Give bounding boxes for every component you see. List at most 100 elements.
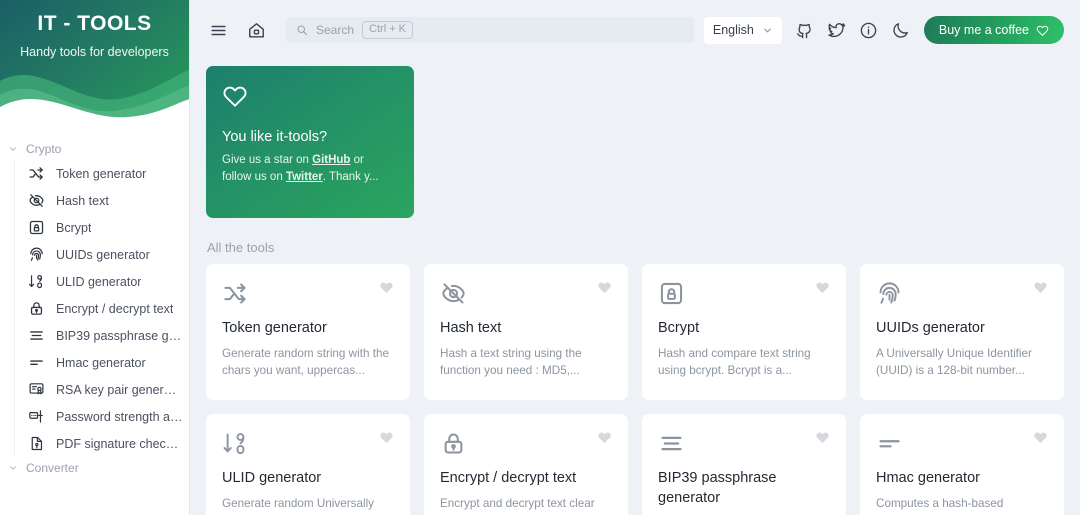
- tool-card-uuids-generator[interactable]: UUIDs generator A Universally Unique Ide…: [860, 264, 1064, 400]
- tool-card-bip39-passphrase-generator[interactable]: BIP39 passphrase generator: [642, 414, 846, 515]
- tools-grid: Token generator Generate random string w…: [206, 264, 1064, 515]
- tool-card-bcrypt[interactable]: Bcrypt Hash and compare text string usin…: [642, 264, 846, 400]
- language-value: English: [712, 23, 754, 37]
- promo-line2-after: . Thank y...: [322, 171, 379, 184]
- password-icon: [29, 410, 43, 423]
- tool-card-encrypt-decrypt-text[interactable]: Encrypt / decrypt text Encrypt and decry…: [424, 414, 628, 515]
- section-label-all-tools: All the tools: [207, 240, 275, 255]
- favorite-heart-icon[interactable]: [379, 280, 394, 295]
- sidebar-item-pdf-signature-checker[interactable]: PDF signature checker: [15, 430, 189, 457]
- card-description: Generate random Universally Unique Lexic…: [222, 496, 375, 515]
- github-link[interactable]: GitHub: [312, 154, 350, 166]
- lock-icon: [30, 302, 43, 315]
- tool-card-hmac-generator[interactable]: Hmac generator Computes a hash-based mes…: [860, 414, 1064, 515]
- card-title: Encrypt / decrypt text: [440, 470, 577, 486]
- sidebar-group-crypto[interactable]: Crypto: [0, 138, 189, 160]
- favorite-heart-icon[interactable]: [815, 430, 830, 445]
- lines-icon: [30, 331, 43, 340]
- promo-line1-before: Give us a star on: [222, 154, 313, 166]
- sidebar-item-bip39-passphrase-generator[interactable]: BIP39 passphrase gen...: [15, 322, 189, 349]
- card-top: [876, 280, 1048, 307]
- sidebar-item-hmac-generator[interactable]: Hmac generator: [15, 349, 189, 376]
- promo-card[interactable]: You like it-tools? Give us a star on Git…: [206, 66, 414, 218]
- sidebar-item-uuids-generator[interactable]: UUIDs generator: [15, 241, 189, 268]
- short-lines-icon: [30, 360, 43, 365]
- card-description: Computes a hash-based message authentica…: [876, 496, 1038, 515]
- card-description: A Universally Unique Identifier (UUID) i…: [876, 346, 1032, 378]
- home-button[interactable]: [242, 16, 270, 44]
- search-icon: [297, 25, 308, 36]
- twitter-button[interactable]: [823, 16, 851, 44]
- favorite-heart-icon[interactable]: [597, 430, 612, 445]
- chevron-down-icon: [764, 28, 771, 32]
- sidebar-item-label: Encrypt / decrypt text: [56, 301, 174, 316]
- card-title: ULID generator: [222, 470, 322, 486]
- favorite-heart-icon[interactable]: [1033, 430, 1048, 445]
- shuffle-icon: [224, 283, 246, 304]
- language-selector[interactable]: English: [703, 16, 782, 44]
- wave-decoration: [0, 69, 189, 132]
- tool-card-ulid-generator[interactable]: ULID generator Generate random Universal…: [206, 414, 410, 515]
- sidebar-item-label: RSA key pair generator: [56, 382, 183, 397]
- social-links: [791, 16, 915, 44]
- card-title: BIP39 passphrase generator: [658, 470, 777, 506]
- info-icon: [861, 22, 877, 38]
- card-top: [876, 430, 1048, 457]
- sidebar-item-label: ULID generator: [56, 274, 142, 289]
- card-top: [658, 430, 830, 457]
- short-lines-icon: [879, 440, 900, 448]
- card-description: Hash and compare text string using bcryp…: [658, 346, 811, 378]
- sidebar-item-token-generator[interactable]: Token generator: [15, 160, 189, 187]
- hamburger-menu-button[interactable]: [204, 16, 232, 44]
- favorite-heart-icon[interactable]: [597, 280, 612, 295]
- favorite-heart-icon[interactable]: [379, 430, 394, 445]
- dark-mode-button[interactable]: [887, 16, 915, 44]
- brand-header: IT - TOOLS Handy tools for developers: [0, 0, 189, 132]
- sidebar-item-label: PDF signature checker: [56, 436, 183, 451]
- sidebar-group-converter[interactable]: Converter: [0, 457, 189, 479]
- sidebar-item-ulid-generator[interactable]: ULID generator: [15, 268, 189, 295]
- sidebar-item-label: Hash text: [56, 193, 109, 208]
- card-description: Encrypt and decrypt text clear text usin…: [440, 496, 595, 515]
- sort-numeric-icon: [223, 433, 245, 455]
- lines-icon: [661, 436, 682, 451]
- tool-card-token-generator[interactable]: Token generator Generate random string w…: [206, 264, 410, 400]
- twitter-link[interactable]: Twitter: [286, 171, 323, 183]
- buy-me-a-coffee-button[interactable]: Buy me a coffee: [923, 16, 1064, 44]
- fingerprint-icon: [879, 282, 900, 304]
- file-signature-icon: [31, 436, 43, 451]
- favorite-heart-icon[interactable]: [815, 280, 830, 295]
- home-icon: [248, 22, 264, 38]
- promo-line2-before: follow us on: [222, 171, 286, 184]
- card-description: Hash a text string using the function yo…: [440, 346, 582, 378]
- promo-title: You like it-tools?: [222, 129, 328, 145]
- card-top: [222, 280, 394, 307]
- twitter-icon: [828, 22, 846, 37]
- card-description: Generate random string with the chars yo…: [222, 346, 389, 378]
- github-button[interactable]: [791, 16, 819, 44]
- sidebar-item-label: Bcrypt: [56, 220, 92, 235]
- heart-outline-icon: [223, 86, 247, 107]
- github-icon: [797, 23, 812, 38]
- card-top: [658, 280, 830, 307]
- search-input[interactable]: Search Ctrl + K: [286, 17, 694, 43]
- topbar-right: English Buy me a coffee: [703, 16, 1064, 44]
- main-area: Search Ctrl + K English Buy me a coffee …: [190, 0, 1080, 515]
- favorite-heart-icon[interactable]: [1033, 280, 1048, 295]
- sidebar-item-password-strength-analyser[interactable]: Password strength an...: [15, 403, 189, 430]
- eye-off-icon: [442, 283, 465, 304]
- buy-me-a-coffee-label: Buy me a coffee: [938, 23, 1029, 37]
- sidebar-item-label: UUIDs generator: [56, 247, 150, 262]
- search-placeholder: Search: [316, 23, 355, 37]
- card-title: Hmac generator: [876, 470, 980, 486]
- sidebar-item-bcrypt[interactable]: Bcrypt: [15, 214, 189, 241]
- sidebar-item-hash-text[interactable]: Hash text: [15, 187, 189, 214]
- lock-square-icon: [660, 282, 683, 305]
- sidebar-item-rsa-key-pair-generator[interactable]: RSA key pair generator: [15, 376, 189, 403]
- sort-numeric-icon: [28, 274, 43, 289]
- info-button[interactable]: [855, 16, 883, 44]
- sidebar: IT - TOOLS Handy tools for developers Cr…: [0, 0, 190, 515]
- sidebar-item-encrypt-decrypt-text[interactable]: Encrypt / decrypt text: [15, 295, 189, 322]
- tool-card-hash-text[interactable]: Hash text Hash a text string using the f…: [424, 264, 628, 400]
- search-shortcut-badge: Ctrl + K: [362, 20, 414, 40]
